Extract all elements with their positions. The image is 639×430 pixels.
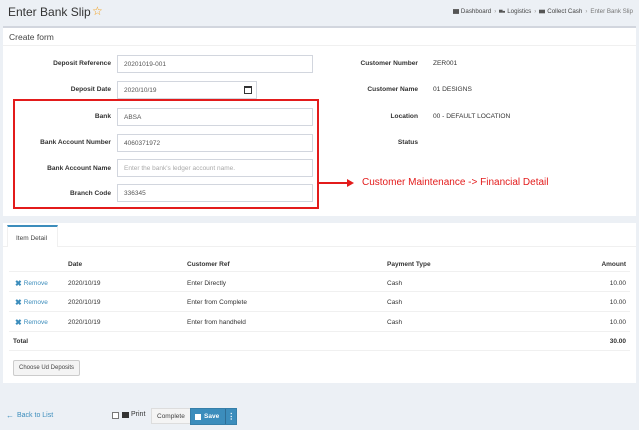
close-icon: ✖: [15, 279, 22, 288]
row-date: 2020/10/19: [68, 280, 101, 287]
deposit-date-value: 2020/10/19: [124, 87, 157, 94]
print-icon: [122, 411, 129, 418]
breadcrumb-label: Dashboard: [460, 8, 492, 15]
total-label: Total: [13, 338, 29, 345]
print-label: Print: [131, 411, 146, 418]
calendar-icon[interactable]: [244, 86, 252, 94]
row-customer-ref: Enter Directly: [187, 280, 227, 287]
location-value: 00 - DEFAULT LOCATION: [433, 113, 511, 120]
row-payment-type: Cash: [387, 299, 403, 306]
more-options-icon[interactable]: ⋮: [225, 409, 236, 424]
customer-number-value: ZER001: [433, 60, 458, 67]
remove-row-button[interactable]: ✖ Remove: [15, 279, 48, 288]
column-header-amount: Amount: [601, 261, 626, 268]
breadcrumb-collect-cash[interactable]: Collect Cash: [539, 8, 582, 15]
row-divider: [9, 271, 630, 272]
remove-row-button[interactable]: ✖ Remove: [15, 298, 48, 307]
row-customer-ref: Enter from Complete: [187, 299, 247, 306]
print-checkbox[interactable]: [112, 412, 119, 419]
breadcrumb-logistics[interactable]: Logistics: [499, 8, 531, 15]
star-icon[interactable]: ☆: [92, 4, 103, 18]
choose-ud-deposits-button[interactable]: Choose Ud Deposits: [13, 360, 81, 376]
remove-row-button[interactable]: ✖ Remove: [15, 318, 48, 327]
save-button-group: Save ⋮: [190, 408, 237, 425]
tab-item-detail[interactable]: Item Detail: [7, 225, 59, 247]
row-amount: 10.00: [609, 299, 626, 306]
row-divider: [9, 350, 630, 351]
row-date: 2020/10/19: [68, 319, 101, 326]
row-date: 2020/10/19: [68, 299, 101, 306]
back-label: Back to List: [17, 412, 54, 419]
remove-label: Remove: [23, 319, 48, 326]
breadcrumb: Dashboard › Logistics › Collect Cash › E…: [452, 8, 633, 15]
annotation-highlight-box: [13, 99, 319, 209]
arrow-left-icon: ←: [6, 411, 14, 420]
deposit-reference-input[interactable]: 20201019-001: [117, 55, 313, 73]
save-icon: [195, 413, 201, 420]
page-title: Enter Bank Slip: [8, 5, 91, 19]
dashboard-icon: [452, 9, 459, 14]
print-option[interactable]: Print: [122, 411, 145, 418]
breadcrumb-current: Enter Bank Slip: [590, 8, 633, 15]
breadcrumb-separator: ›: [494, 8, 497, 15]
status-label: Status: [397, 139, 418, 146]
back-to-list-link[interactable]: ← Back to List: [6, 411, 53, 420]
deposit-date-input[interactable]: 2020/10/19: [117, 81, 257, 99]
tab-bar: Item Detail: [3, 223, 636, 247]
column-header-date: Date: [68, 261, 83, 268]
annotation-arrow-line: [317, 182, 349, 184]
divider: [3, 45, 636, 46]
save-button[interactable]: Save: [191, 409, 225, 424]
money-icon: [539, 9, 546, 14]
location-label: Location: [390, 113, 418, 120]
total-value: 30.00: [609, 338, 626, 345]
customer-name-value: 01 DESIGNS: [433, 86, 472, 93]
row-divider: [9, 331, 630, 332]
row-divider: [9, 311, 630, 312]
truck-icon: [499, 9, 506, 13]
annotation-text: Customer Maintenance -> Financial Detail: [362, 177, 549, 188]
row-payment-type: Cash: [387, 319, 403, 326]
breadcrumb-dashboard[interactable]: Dashboard: [452, 8, 492, 15]
customer-number-label: Customer Number: [360, 60, 418, 67]
column-header-customer-ref: Customer Ref: [187, 261, 230, 268]
item-detail-box: Item Detail Date Customer Ref Payment Ty…: [3, 223, 636, 383]
row-amount: 10.00: [609, 280, 626, 287]
row-payment-type: Cash: [387, 280, 403, 287]
remove-label: Remove: [23, 280, 48, 287]
breadcrumb-separator: ›: [534, 8, 537, 15]
arrow-right-icon: [347, 179, 354, 187]
complete-button[interactable]: Complete: [151, 408, 191, 424]
row-amount: 10.00: [609, 319, 626, 326]
close-icon: ✖: [15, 298, 22, 307]
customer-name-label: Customer Name: [367, 86, 418, 93]
deposit-date-label: Deposit Date: [70, 86, 111, 93]
row-customer-ref: Enter from handheld: [187, 319, 246, 326]
close-icon: ✖: [15, 318, 22, 327]
breadcrumb-separator: ›: [585, 8, 588, 15]
save-label: Save: [204, 413, 220, 420]
breadcrumb-label: Logistics: [507, 8, 532, 15]
content-header: Enter Bank Slip ☆ Dashboard › Logistics …: [0, 0, 639, 25]
column-header-payment-type: Payment Type: [387, 261, 431, 268]
deposit-reference-label: Deposit Reference: [53, 60, 111, 67]
remove-label: Remove: [23, 299, 48, 306]
breadcrumb-label: Collect Cash: [547, 8, 583, 15]
row-divider: [9, 291, 630, 292]
box-title: Create form: [9, 32, 54, 42]
